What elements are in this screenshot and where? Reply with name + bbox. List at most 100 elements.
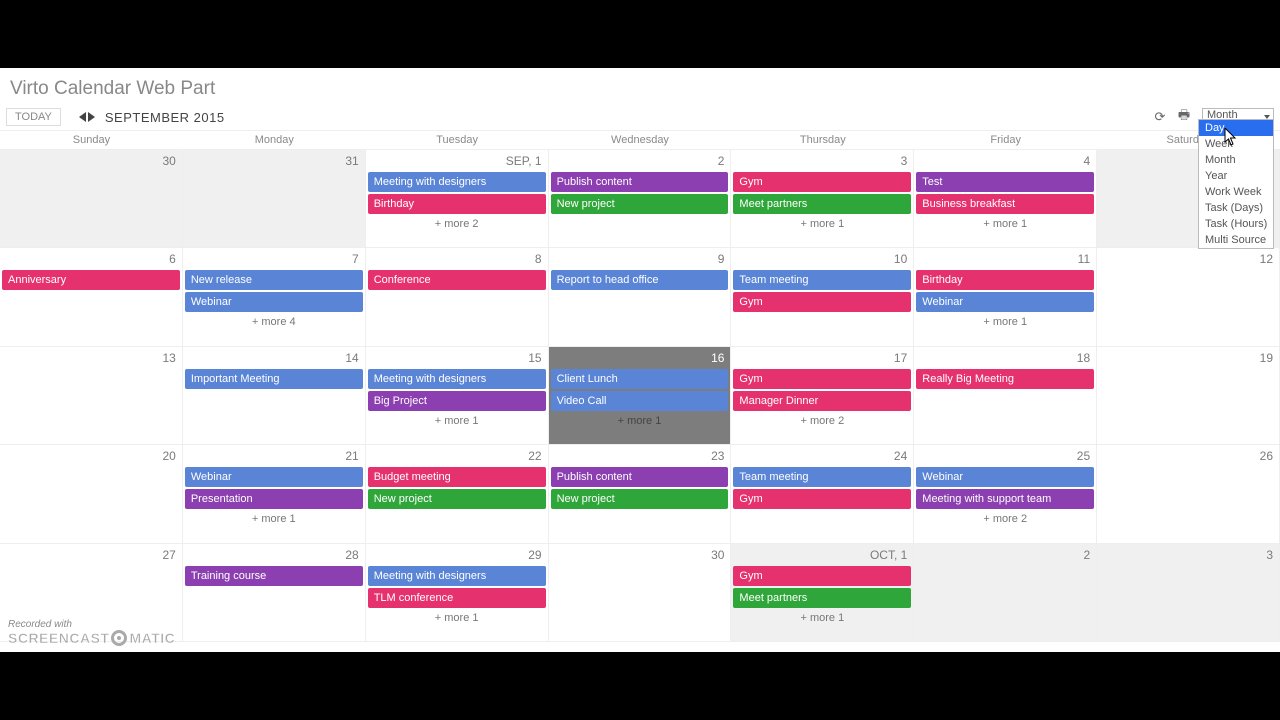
event[interactable]: New project [551,194,729,214]
event[interactable]: Publish content [551,172,729,192]
more-link[interactable]: + more 2 [916,511,1094,527]
more-link[interactable]: + more 1 [916,314,1094,330]
view-dropdown[interactable]: DayWeekMonthYearWork WeekTask (Days)Task… [1198,119,1274,249]
event[interactable]: Training course [185,566,363,586]
event[interactable]: Gym [733,489,911,509]
event[interactable]: Birthday [916,270,1094,290]
view-option[interactable]: Day [1199,120,1273,136]
calendar-cell[interactable]: 20 [0,445,183,543]
event[interactable]: Budget meeting [368,467,546,487]
print-icon[interactable]: 🖶 [1176,109,1192,125]
calendar-cell[interactable]: 7New releaseWebinar+ more 4 [183,248,366,346]
event[interactable]: New project [368,489,546,509]
calendar-cell[interactable]: 14Important Meeting [183,347,366,445]
event[interactable]: Birthday [368,194,546,214]
event[interactable]: Test [916,172,1094,192]
view-option[interactable]: Work Week [1199,184,1273,200]
calendar-cell[interactable]: 28Training course [183,544,366,642]
event[interactable]: Publish content [551,467,729,487]
event[interactable]: Webinar [185,467,363,487]
view-option[interactable]: Multi Source [1199,232,1273,248]
view-option[interactable]: Year [1199,168,1273,184]
calendar-cell[interactable]: 30 [0,150,183,248]
view-option[interactable]: Task (Days) [1199,200,1273,216]
calendar-cell[interactable]: 16Client LunchVideo Call+ more 1 [549,347,732,445]
event[interactable]: Meeting with designers [368,172,546,192]
event[interactable]: Team meeting [733,467,911,487]
event[interactable]: Anniversary [2,270,180,290]
view-option[interactable]: Task (Hours) [1199,216,1273,232]
event[interactable]: TLM conference [368,588,546,608]
more-link[interactable]: + more 1 [733,216,911,232]
calendar-cell[interactable]: 15Meeting with designersBig Project+ mor… [366,347,549,445]
sync-icon[interactable]: ⟳ [1152,109,1168,125]
event[interactable]: Really Big Meeting [916,369,1094,389]
event[interactable]: Webinar [185,292,363,312]
calendar-cell[interactable]: 4TestBusiness breakfast+ more 1 [914,150,1097,248]
event[interactable]: Video Call [551,391,729,411]
date-number: 19 [1260,351,1273,365]
event[interactable]: Gym [733,172,911,192]
event[interactable]: Report to head office [551,270,729,290]
event[interactable]: Team meeting [733,270,911,290]
more-link[interactable]: + more 1 [368,610,546,626]
event[interactable]: Gym [733,369,911,389]
event[interactable]: Webinar [916,467,1094,487]
event[interactable]: New project [551,489,729,509]
more-link[interactable]: + more 1 [733,610,911,626]
calendar-cell[interactable]: SEP, 1Meeting with designersBirthday+ mo… [366,150,549,248]
calendar-cell[interactable]: 19 [1097,347,1280,445]
calendar-cell[interactable]: 2Publish contentNew project [549,150,732,248]
event[interactable]: Important Meeting [185,369,363,389]
calendar-cell[interactable]: 2 [914,544,1097,642]
calendar-cell[interactable]: 8Conference [366,248,549,346]
event[interactable]: Meeting with designers [368,369,546,389]
calendar-cell[interactable]: 27 [0,544,183,642]
calendar-cell[interactable]: 24Team meetingGym [731,445,914,543]
calendar-cell[interactable]: 6Anniversary [0,248,183,346]
event[interactable]: Meet partners [733,194,911,214]
event[interactable]: Meeting with support team [916,489,1094,509]
event[interactable]: Big Project [368,391,546,411]
event[interactable]: Client Lunch [551,369,729,389]
calendar-cell[interactable]: 26 [1097,445,1280,543]
more-link[interactable]: + more 2 [733,413,911,429]
calendar-cell[interactable]: 29Meeting with designersTLM conference+ … [366,544,549,642]
event[interactable]: New release [185,270,363,290]
event[interactable]: Webinar [916,292,1094,312]
event[interactable]: Presentation [185,489,363,509]
calendar-cell[interactable]: 9Report to head office [549,248,732,346]
calendar-cell[interactable]: 11BirthdayWebinar+ more 1 [914,248,1097,346]
calendar-cell[interactable]: 10Team meetingGym [731,248,914,346]
event[interactable]: Meet partners [733,588,911,608]
calendar-cell[interactable]: OCT, 1GymMeet partners+ more 1 [731,544,914,642]
calendar-cell[interactable]: 25WebinarMeeting with support team+ more… [914,445,1097,543]
event[interactable]: Meeting with designers [368,566,546,586]
calendar-cell[interactable]: 12 [1097,248,1280,346]
calendar-cell[interactable]: 23Publish contentNew project [549,445,732,543]
calendar-cell[interactable]: 30 [549,544,732,642]
calendar-cell[interactable]: 22Budget meetingNew project [366,445,549,543]
event[interactable]: Conference [368,270,546,290]
view-option[interactable]: Month [1199,152,1273,168]
more-link[interactable]: + more 1 [551,413,729,429]
calendar-cell[interactable]: 31 [183,150,366,248]
nav-arrows[interactable] [79,112,95,122]
more-link[interactable]: + more 1 [368,413,546,429]
calendar-cell[interactable]: 18Really Big Meeting [914,347,1097,445]
calendar-cell[interactable]: 3GymMeet partners+ more 1 [731,150,914,248]
more-link[interactable]: + more 1 [185,511,363,527]
view-option[interactable]: Week [1199,136,1273,152]
event[interactable]: Gym [733,292,911,312]
event[interactable]: Gym [733,566,911,586]
more-link[interactable]: + more 2 [368,216,546,232]
calendar-cell[interactable]: 17GymManager Dinner+ more 2 [731,347,914,445]
calendar-cell[interactable]: 21WebinarPresentation+ more 1 [183,445,366,543]
today-button[interactable]: TODAY [6,108,61,126]
more-link[interactable]: + more 4 [185,314,363,330]
calendar-cell[interactable]: 13 [0,347,183,445]
calendar-cell[interactable]: 3 [1097,544,1280,642]
more-link[interactable]: + more 1 [916,216,1094,232]
event[interactable]: Manager Dinner [733,391,911,411]
event[interactable]: Business breakfast [916,194,1094,214]
